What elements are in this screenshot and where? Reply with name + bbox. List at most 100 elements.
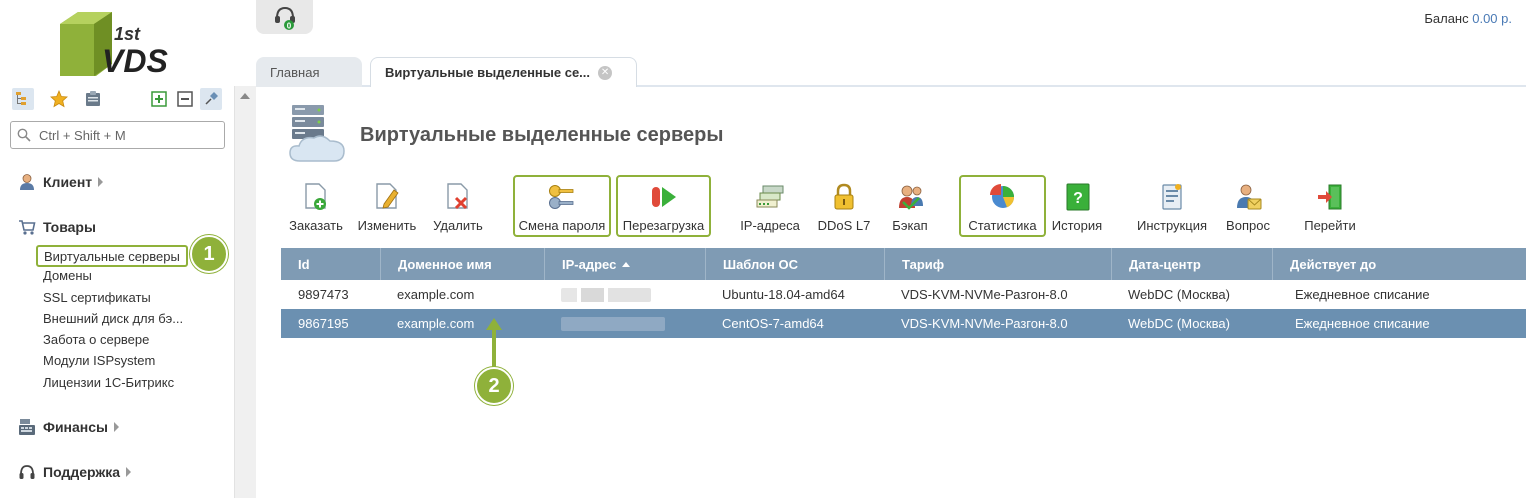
sidebar-item-ispsystem[interactable]: Модули ISPsystem <box>43 353 155 373</box>
sort-ascending-icon <box>622 261 631 267</box>
instruction-button[interactable]: Инструкция <box>1132 176 1212 236</box>
edit-icon <box>371 180 403 214</box>
balance-value[interactable]: 0.00 р. <box>1472 11 1512 26</box>
sidebar-item-domains[interactable]: Домены <box>43 268 92 288</box>
toolbar-label: Смена пароля <box>518 218 606 233</box>
sidebar-section-products[interactable]: Товары <box>17 216 96 238</box>
collapse-icon[interactable] <box>174 88 196 110</box>
sidebar-section-label: Клиент <box>43 174 93 190</box>
balance: Баланс 0.00 р. <box>1424 11 1512 26</box>
cell-valid-until: Ежедневное списание <box>1295 287 1430 302</box>
scroll-up-icon[interactable] <box>240 93 250 99</box>
page-title: Виртуальные выделенные серверы <box>360 124 724 146</box>
sidebar-item-virtual-servers[interactable]: Виртуальные серверы <box>36 245 188 267</box>
instruction-icon <box>1156 180 1188 214</box>
column-header-ip[interactable]: IP-адрес <box>544 248 705 280</box>
column-header-id[interactable]: Id <box>281 248 380 280</box>
toolbar-label: Инструкция <box>1137 218 1207 233</box>
support-notifications-button[interactable]: 0 <box>256 0 313 34</box>
tree-icon[interactable] <box>12 88 34 110</box>
order-button[interactable]: Заказать <box>286 176 346 236</box>
tab-virtual-servers[interactable]: Виртуальные выделенные се... ✕ <box>370 57 637 87</box>
toolbar-label: История <box>1051 218 1103 233</box>
delete-icon <box>442 180 474 214</box>
cell-os: CentOS-7-amd64 <box>722 316 824 331</box>
question-button[interactable]: Вопрос <box>1220 176 1276 236</box>
ip-addresses-button[interactable]: IP-адреса <box>736 176 804 236</box>
cell-domain: example.com <box>397 287 475 302</box>
sidebar-search[interactable] <box>10 121 225 149</box>
table-row-selected[interactable]: 9867195 example.com CentOS-7-amd64 VDS-K… <box>281 309 1526 338</box>
clipboard-icon[interactable] <box>82 88 104 110</box>
table-row[interactable]: 9897473 example.com Ubuntu-18.04-amd64 V… <box>281 280 1526 309</box>
sidebar-section-client[interactable]: Клиент <box>17 171 104 193</box>
ddos-button[interactable]: DDoS L7 <box>812 176 876 236</box>
key-icon <box>546 180 578 214</box>
servers-table: Id Доменное имя IP-адрес Шаблон ОС Тариф… <box>281 248 1526 338</box>
cart-icon <box>17 218 37 236</box>
tab-label: Главная <box>270 64 320 80</box>
reboot-icon <box>648 180 680 214</box>
logo-text: VDS <box>102 43 168 79</box>
question-icon <box>1232 180 1264 214</box>
column-header-os[interactable]: Шаблон ОС <box>705 248 884 280</box>
column-header-datacenter[interactable]: Дата-центр <box>1111 248 1272 280</box>
sidebar-item-bitrix[interactable]: Лицензии 1С-Битрикс <box>43 375 174 395</box>
sidebar-toolbar <box>12 88 226 112</box>
user-icon <box>17 173 37 191</box>
cell-domain: example.com <box>397 316 475 331</box>
order-icon <box>300 180 332 214</box>
headset-icon: 0 <box>274 6 295 31</box>
column-header-tariff[interactable]: Тариф <box>884 248 1111 280</box>
cell-ip <box>544 280 705 309</box>
statistics-button[interactable]: Статистика <box>959 175 1046 237</box>
toolbar-label: Изменить <box>357 218 417 233</box>
cell-os: Ubuntu-18.04-amd64 <box>722 287 845 302</box>
sidebar-scrollbar[interactable] <box>234 86 256 498</box>
tab-home[interactable]: Главная <box>256 57 362 87</box>
toolbar-label: Перезагрузка <box>622 218 705 233</box>
column-header-domain[interactable]: Доменное имя <box>380 248 544 280</box>
pin-icon[interactable] <box>200 88 222 110</box>
change-password-button[interactable]: Смена пароля <box>513 175 611 237</box>
logo-superscript: 1st <box>114 24 141 44</box>
annotation-badge-1: 1 <box>190 235 228 273</box>
sidebar-item-ssl[interactable]: SSL сертификаты <box>43 290 151 310</box>
table-header: Id Доменное имя IP-адрес Шаблон ОС Тариф… <box>281 248 1526 280</box>
sidebar-item-external-disk[interactable]: Внешний диск для бэ... <box>43 311 183 331</box>
star-icon[interactable] <box>48 88 70 110</box>
sidebar-section-finance[interactable]: Финансы <box>17 416 119 438</box>
reboot-button[interactable]: Перезагрузка <box>616 175 711 237</box>
search-input[interactable] <box>39 125 219 145</box>
close-icon[interactable]: ✕ <box>598 65 613 80</box>
action-toolbar: Заказать Изменить Удалить Смена пароля П… <box>280 175 1526 238</box>
backup-icon <box>894 180 926 214</box>
history-button[interactable]: ? История <box>1048 176 1106 236</box>
redacted-ip <box>561 287 651 302</box>
cell-datacenter: WebDC (Москва) <box>1128 287 1230 302</box>
toolbar-label: Бэкап <box>892 218 928 233</box>
edit-button[interactable]: Изменить <box>354 176 420 236</box>
toolbar-label: IP-адреса <box>740 218 800 233</box>
chevron-right-icon <box>114 422 119 432</box>
sidebar-item-server-care[interactable]: Забота о сервере <box>43 332 149 352</box>
cell-tariff: VDS-KVM-NVMe-Разгон-8.0 <box>901 287 1068 302</box>
lock-icon <box>828 180 860 214</box>
redacted-ip <box>561 316 665 331</box>
expand-icon[interactable] <box>148 88 170 110</box>
sidebar-section-support[interactable]: Поддержка <box>17 461 132 483</box>
balance-label: Баланс <box>1424 11 1469 26</box>
backup-button[interactable]: Бэкап <box>884 176 936 236</box>
notification-count: 0 <box>286 22 291 31</box>
cell-id: 9867195 <box>298 316 349 331</box>
history-icon: ? <box>1061 180 1093 214</box>
chevron-right-icon <box>98 177 104 187</box>
servers-cloud-icon <box>286 103 350 165</box>
column-header-valid-until[interactable]: Действует до <box>1272 248 1526 280</box>
toolbar-label: Перейти <box>1304 218 1356 233</box>
delete-button[interactable]: Удалить <box>428 176 488 236</box>
toolbar-label: DDoS L7 <box>817 218 871 233</box>
goto-button[interactable]: Перейти <box>1298 176 1362 236</box>
svg-text:?: ? <box>1073 190 1083 207</box>
logo[interactable]: 1st VDS <box>56 10 180 80</box>
